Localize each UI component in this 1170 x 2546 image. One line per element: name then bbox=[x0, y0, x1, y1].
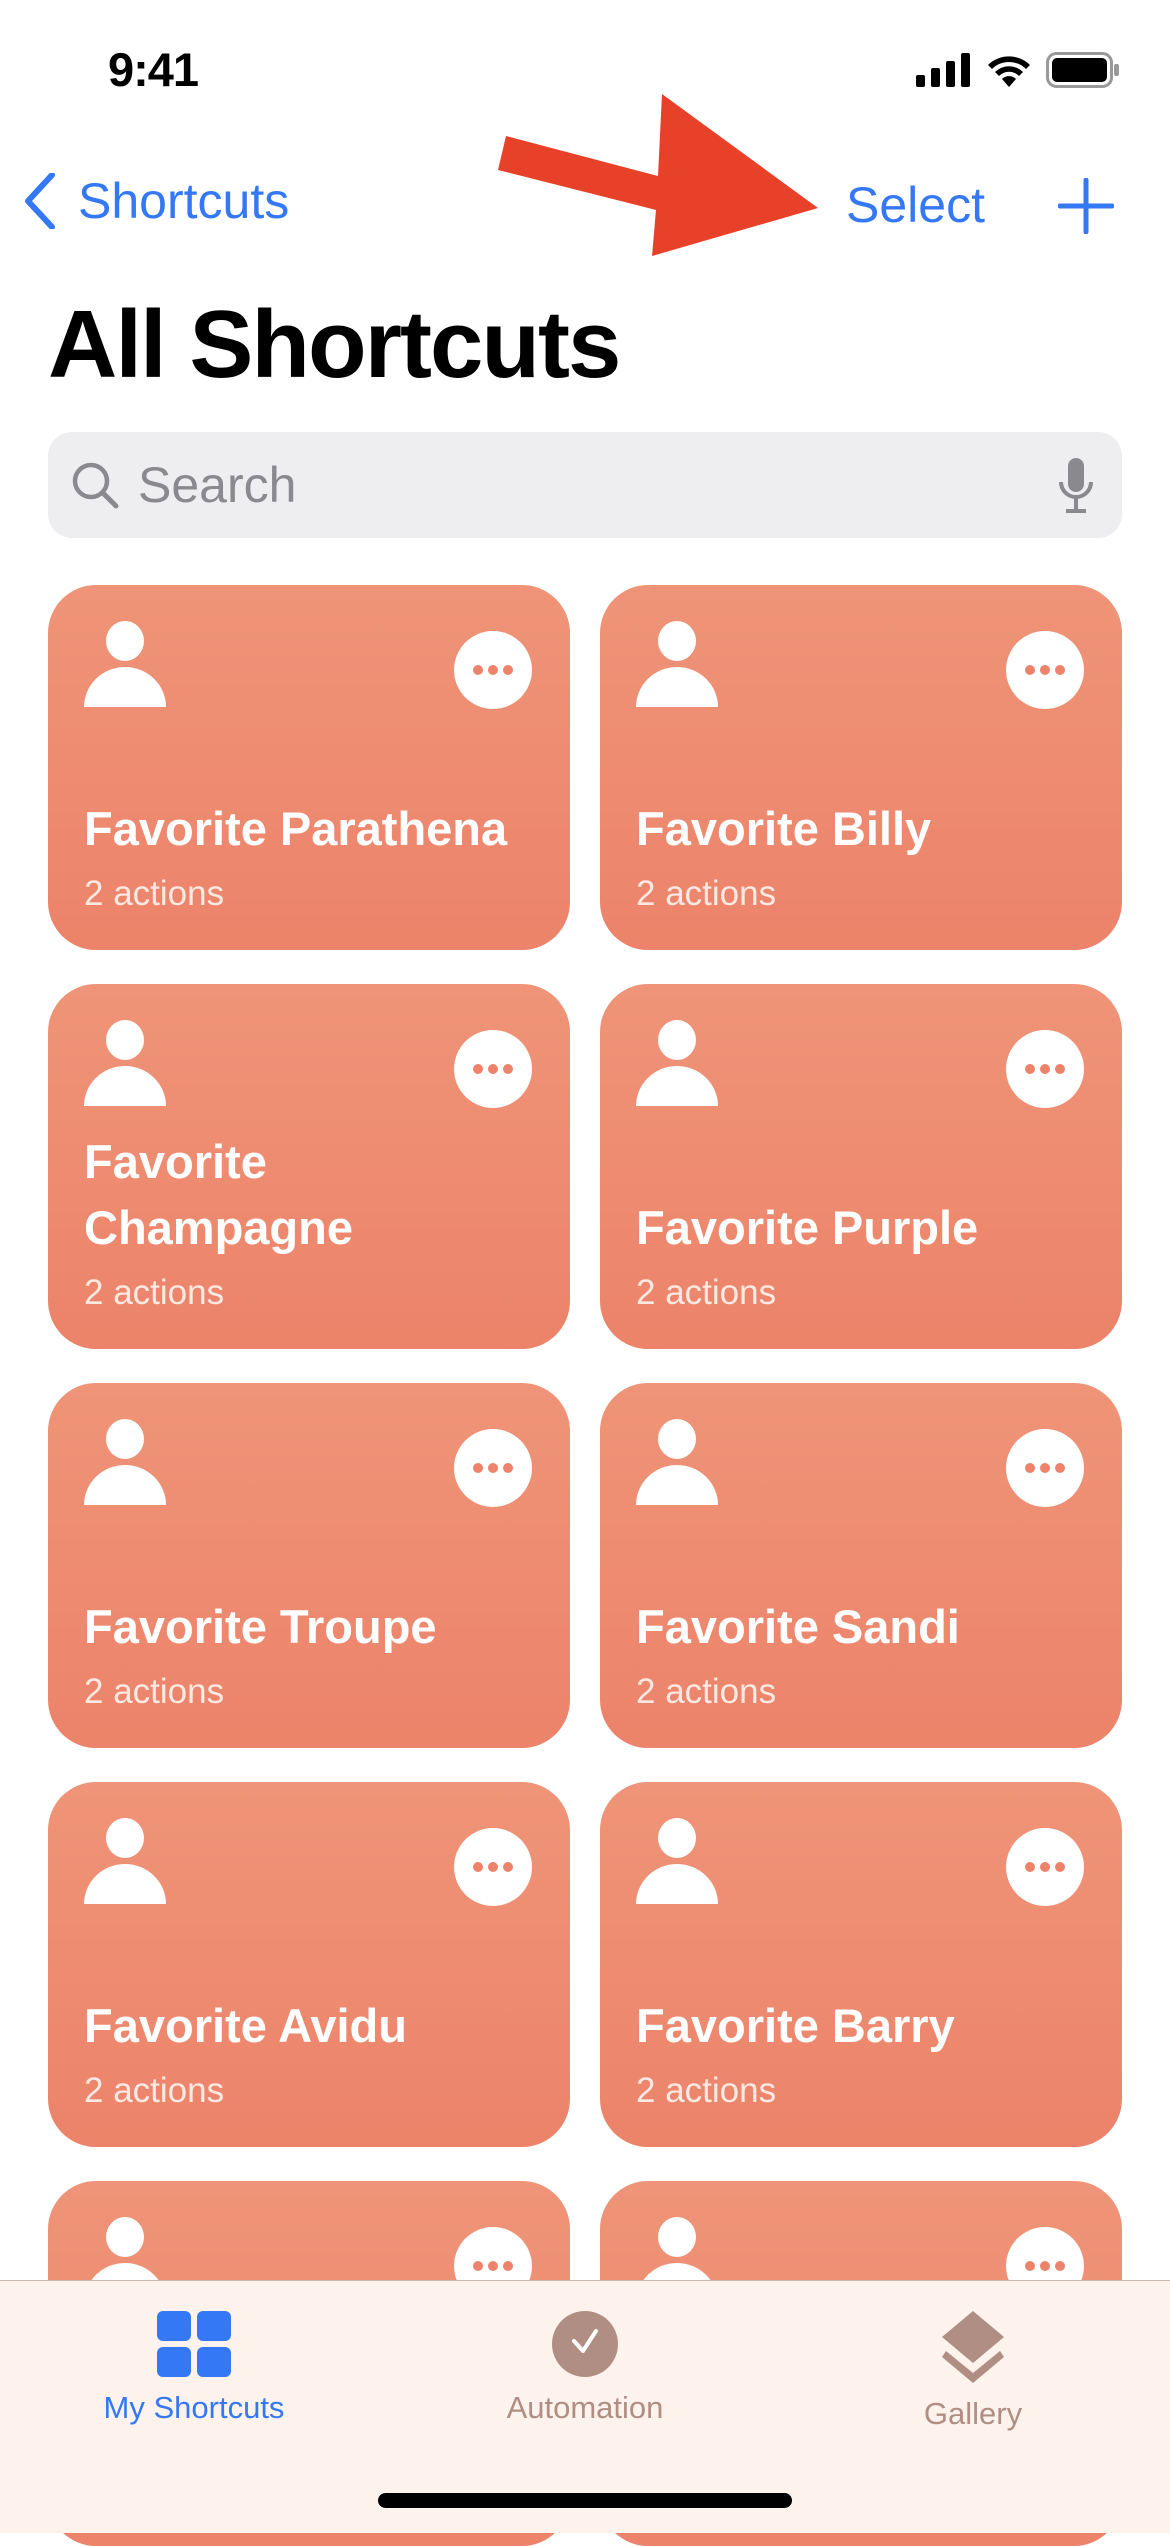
layers-icon bbox=[942, 2311, 1004, 2383]
dot bbox=[488, 1862, 498, 1872]
dot bbox=[1025, 1862, 1035, 1872]
shortcut-subtitle: 2 actions bbox=[84, 2071, 225, 2110]
person-icon bbox=[84, 621, 166, 707]
shortcut-card[interactable]: Favorite Billy 2 actions bbox=[600, 585, 1122, 950]
more-options-button[interactable] bbox=[1006, 631, 1084, 709]
add-shortcut-button[interactable] bbox=[1057, 177, 1115, 239]
dot bbox=[1025, 665, 1035, 675]
more-options-button[interactable] bbox=[454, 1828, 532, 1906]
dot bbox=[503, 1463, 513, 1473]
cellular-signal-icon bbox=[916, 53, 970, 87]
clock-check-icon bbox=[552, 2311, 618, 2377]
dot bbox=[1025, 1463, 1035, 1473]
plus-icon bbox=[1057, 177, 1115, 235]
more-options-button[interactable] bbox=[454, 631, 532, 709]
dot bbox=[488, 1064, 498, 1074]
dot bbox=[1055, 1064, 1065, 1074]
shortcuts-grid: Favorite Parathena 2 actions Favorite Bill… bbox=[48, 585, 1122, 2546]
select-button[interactable]: Select bbox=[846, 176, 985, 234]
dot bbox=[1040, 1862, 1050, 1872]
search-placeholder: Search bbox=[138, 457, 297, 513]
person-icon bbox=[84, 1020, 166, 1106]
battery-icon bbox=[1046, 52, 1119, 88]
shortcut-title: Favorite Champagne bbox=[84, 1135, 353, 1254]
dot bbox=[503, 1064, 513, 1074]
dot bbox=[473, 1463, 483, 1473]
status-time: 9:41 bbox=[108, 43, 199, 96]
more-options-button[interactable] bbox=[454, 1429, 532, 1507]
annotation-arrow bbox=[498, 94, 818, 256]
person-icon bbox=[636, 621, 718, 707]
dot bbox=[1040, 665, 1050, 675]
shortcut-card[interactable]: Favorite Parathena 2 actions bbox=[48, 585, 570, 950]
home-indicator bbox=[378, 2493, 792, 2508]
dot bbox=[503, 665, 513, 675]
dot bbox=[1040, 2261, 1050, 2271]
back-button[interactable]: Shortcuts bbox=[24, 172, 289, 230]
dot bbox=[503, 1862, 513, 1872]
shortcut-title: Favorite Troupe bbox=[84, 1600, 437, 1653]
more-options-button[interactable] bbox=[1006, 1828, 1084, 1906]
tab-label: Automation bbox=[506, 2390, 664, 2425]
chevron-left-icon bbox=[25, 173, 55, 229]
shortcut-subtitle: 2 actions bbox=[636, 1273, 777, 1312]
tab-my-shortcuts[interactable]: My Shortcuts bbox=[44, 2311, 344, 2426]
person-icon bbox=[84, 1818, 166, 1904]
shortcut-subtitle: 2 actions bbox=[636, 2071, 777, 2110]
back-label: Shortcuts bbox=[78, 173, 290, 229]
shortcut-card[interactable]: Favorite Sandi 2 actions bbox=[600, 1383, 1122, 1748]
dot bbox=[1055, 2261, 1065, 2271]
dot bbox=[503, 2261, 513, 2271]
shortcut-subtitle: 2 actions bbox=[84, 1273, 225, 1312]
dot bbox=[473, 1862, 483, 1872]
shortcut-subtitle: 2 actions bbox=[84, 874, 225, 913]
dot bbox=[1055, 665, 1065, 675]
shortcut-subtitle: 2 actions bbox=[636, 1672, 777, 1711]
dot bbox=[1040, 1064, 1050, 1074]
dot bbox=[1040, 1463, 1050, 1473]
dot bbox=[488, 1463, 498, 1473]
shortcut-title: Favorite Barry bbox=[636, 1999, 955, 2052]
shortcut-card[interactable]: Favorite Champagne 2 actions bbox=[48, 984, 570, 1349]
shortcut-card[interactable]: Favorite Purple 2 actions bbox=[600, 984, 1122, 1349]
shortcut-card[interactable]: Favorite Troupe 2 actions bbox=[48, 1383, 570, 1748]
shortcut-title: Favorite Parathena bbox=[84, 802, 508, 855]
more-options-button[interactable] bbox=[1006, 1030, 1084, 1108]
shortcut-card[interactable]: Favorite Barry 2 actions bbox=[600, 1782, 1122, 2147]
person-icon bbox=[636, 1419, 718, 1505]
search-input[interactable]: Search bbox=[48, 432, 1122, 538]
person-icon bbox=[636, 1818, 718, 1904]
dot bbox=[473, 2261, 483, 2271]
tab-gallery[interactable]: Gallery bbox=[823, 2311, 1123, 2432]
page-title: All Shortcuts bbox=[48, 291, 621, 398]
wifi-icon bbox=[988, 56, 1030, 87]
microphone-icon[interactable] bbox=[1058, 458, 1094, 514]
shortcut-title: Favorite Billy bbox=[636, 802, 932, 855]
shortcut-title: Favorite Avidu bbox=[84, 1999, 407, 2052]
tab-automation[interactable]: Automation bbox=[435, 2311, 735, 2426]
dot bbox=[488, 665, 498, 675]
shortcut-title: Favorite Sandi bbox=[636, 1600, 960, 1653]
dot bbox=[1025, 1064, 1035, 1074]
tab-label: Gallery bbox=[923, 2396, 1023, 2431]
dot bbox=[473, 665, 483, 675]
search-icon bbox=[72, 462, 119, 509]
dot bbox=[1055, 1862, 1065, 1872]
more-options-button[interactable] bbox=[1006, 1429, 1084, 1507]
person-icon bbox=[84, 1419, 166, 1505]
tab-label: My Shortcuts bbox=[103, 2390, 285, 2425]
dot bbox=[1025, 2261, 1035, 2271]
shortcut-subtitle: 2 actions bbox=[84, 1672, 225, 1711]
dot bbox=[473, 1064, 483, 1074]
status-icons bbox=[916, 52, 1120, 88]
dot bbox=[1055, 1463, 1065, 1473]
dot bbox=[488, 2261, 498, 2271]
more-options-button[interactable] bbox=[454, 1030, 532, 1108]
shortcut-card[interactable]: Favorite Avidu 2 actions bbox=[48, 1782, 570, 2147]
shortcut-subtitle: 2 actions bbox=[636, 874, 777, 913]
person-icon bbox=[636, 1020, 718, 1106]
grid-icon bbox=[157, 2311, 231, 2377]
shortcut-title: Favorite Purple bbox=[636, 1201, 979, 1254]
